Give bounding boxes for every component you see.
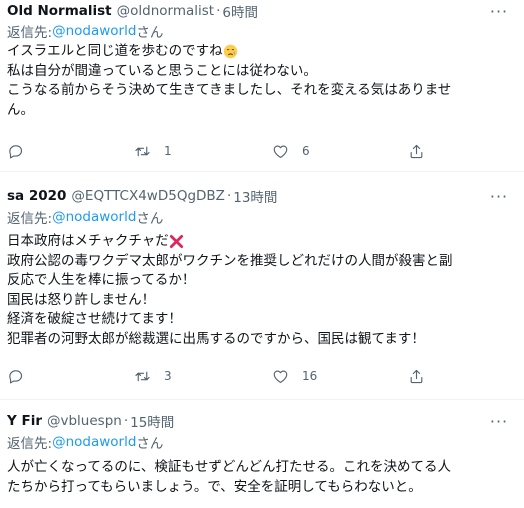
share-icon [410,144,423,158]
replying-to: 返信先: @nodaworld さん [7,207,163,227]
author-handle[interactable]: @oldnormalist [117,3,214,19]
tweet-text: イスラエルと同じ道を歩むのですね 私は自分が間違っていると思うことには従わない。… [7,42,512,120]
heart-icon [273,144,288,158]
like-button[interactable]: 16 [272,365,317,387]
reply-mention-link[interactable]: @nodaworld [52,434,136,450]
author-name[interactable]: Old Normalist [7,3,112,19]
reply-suffix: さん [136,211,164,227]
reply-button[interactable] [7,365,37,387]
tweet[interactable]: Old Normalist @oldnormalist · 6時間 ··· 返信… [0,0,524,172]
reply-icon [9,369,23,383]
separator-dot: · [123,413,129,429]
tweet-line: 私は自分が間違っていると思うことには従わない。 [7,62,317,79]
tweet-header: Y Fir @vbluespn · 15時間 [7,410,174,432]
tweet-line: 日本政府はメチャクチャだ [7,232,512,252]
author-handle[interactable]: @EQTTCX4wD5QgDBZ [71,188,225,204]
timeline: Old Normalist @oldnormalist · 6時間 ··· 返信… [0,0,524,508]
separator-dot: · [226,188,232,204]
share-button[interactable] [408,365,425,387]
reply-prefix: 返信先: [7,25,53,41]
tweet-line-text: イスラエルと同じ道を歩むのですね [7,43,223,59]
replying-to: 返信先: @nodaworld さん [7,21,163,41]
reply-button[interactable] [7,140,37,162]
author-handle[interactable]: @vbluespn [47,413,122,429]
tweet-line: 人が亡くなってるのに、検証もせずどんどん打たせる。これを決めてる人 [7,459,452,475]
tweet-header: sa 2020 @EQTTCX4wD5QgDBZ · 13時間 [7,185,277,207]
heart-icon [273,369,288,383]
timestamp[interactable]: 15時間 [130,411,174,431]
reply-icon [9,144,23,158]
tweet-line: 犯罪者の河野太郎が総裁選に出馬するのですから、国民は観てます！ [7,330,425,347]
tweet-actions: 3 16 [0,365,524,387]
retweet-icon [135,146,150,156]
timestamp[interactable]: 13時間 [233,186,277,206]
reply-prefix: 返信先: [7,211,53,227]
retweet-count: 1 [164,144,172,158]
tweet[interactable]: Y Fir @vbluespn · 15時間 ··· 返信先: @nodawor… [0,400,524,508]
separator-dot: · [216,3,221,19]
tweet[interactable]: sa 2020 @EQTTCX4wD5QgDBZ · 13時間 ··· 返信先:… [0,172,524,400]
retweet-button[interactable]: 3 [134,365,172,387]
tweet-text: 日本政府はメチャクチャだ 政府公認の毒ワクデマ太郎がワクチンを推奨しどれだけの人… [7,232,512,349]
more-options-icon[interactable]: ··· [488,187,510,206]
more-options-icon[interactable]: ··· [488,412,510,431]
like-count: 6 [302,144,310,158]
timestamp[interactable]: 6時間 [222,1,258,21]
reply-prefix: 返信先: [7,436,53,452]
tweet-text: 人が亡くなってるのに、検証もせずどんどん打たせる。これを決めてる人 たちから打っ… [7,458,512,497]
retweet-count: 3 [164,369,172,383]
author-name[interactable]: Y Fir [7,413,42,429]
reply-mention-link[interactable]: @nodaworld [52,23,136,39]
tweet-line-text: 日本政府はメチャクチャだ [7,233,169,249]
retweet-icon [135,371,150,381]
tweet-line: 国民は怒り許しません！ [7,291,156,308]
like-count: 16 [302,369,318,383]
like-button[interactable]: 6 [272,140,310,162]
reply-mention-link[interactable]: @nodaworld [52,209,136,225]
more-options-icon[interactable]: ··· [488,2,510,21]
share-button[interactable] [408,140,425,162]
tweet-line: 政府公認の毒ワクデマ太郎がワクチンを推奨しどれだけの人間が殺害と副 [7,252,453,269]
tweet-line: ん。 [7,101,34,118]
author-name[interactable]: sa 2020 [7,188,66,204]
reply-suffix: さん [136,436,164,452]
crying-face-icon [223,44,238,59]
replying-to: 返信先: @nodaworld さん [7,432,163,452]
tweet-actions: 1 6 [0,140,524,162]
tweet-line: こうなる前からそう決めて生きてきましたし、それを変える気はありませ [7,82,452,98]
tweet-line: イスラエルと同じ道を歩むのですね [7,42,512,62]
tweet-line: 反応で人生を棒に振ってるか！ [7,272,196,288]
tweet-header: Old Normalist @oldnormalist · 6時間 [7,0,258,22]
tweet-line: たちから打ってもらいましょう。で、安全を証明してもらわないと。 [7,478,422,495]
reply-suffix: さん [136,25,164,41]
share-icon [410,369,423,383]
retweet-button[interactable]: 1 [134,140,172,162]
cross-mark-icon [169,234,184,249]
tweet-line: 経済を破綻させ続けてます！ [7,311,182,327]
